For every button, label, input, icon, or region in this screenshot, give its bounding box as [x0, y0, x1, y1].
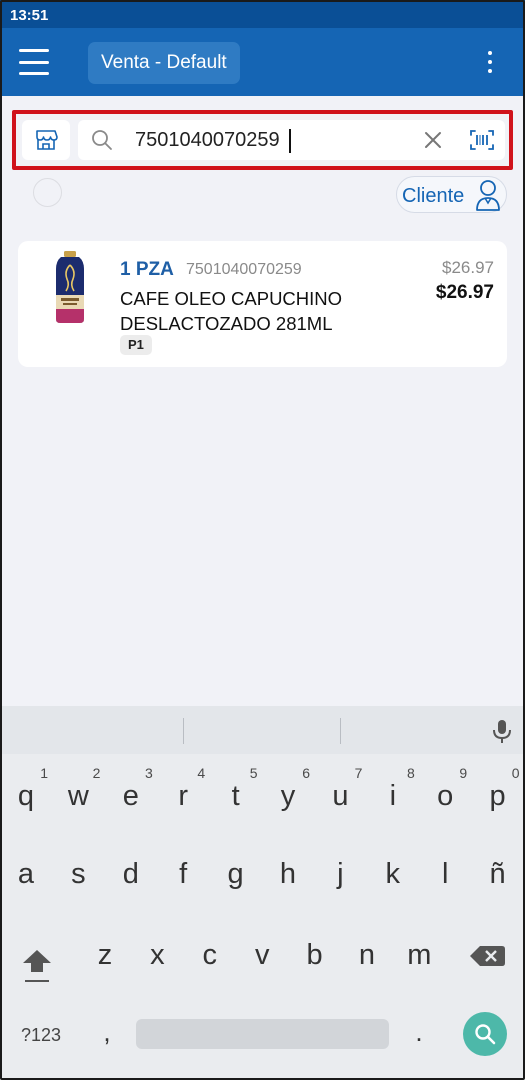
key-z[interactable]: z [79, 927, 131, 983]
mic-icon[interactable] [489, 718, 515, 744]
product-price-original: $26.97 [442, 258, 494, 277]
person-icon [476, 180, 500, 211]
key-r[interactable]: r4 [157, 765, 209, 824]
product-quantity: 1 PZA [120, 259, 174, 280]
space-key[interactable] [136, 1019, 389, 1049]
app-bar: Venta - Default [0, 28, 525, 96]
cliente-button[interactable]: Cliente [396, 176, 507, 213]
suggestion-bar [0, 706, 525, 754]
product-card[interactable]: 1 PZA 7501040070259 CAFE OLEO CAPUCHINO … [18, 241, 507, 367]
key-label: i [389, 780, 397, 812]
keyboard-search-key[interactable] [463, 1012, 507, 1056]
key-hint: 8 [407, 765, 415, 781]
key-f[interactable]: f [157, 846, 209, 902]
shift-key[interactable] [14, 934, 60, 990]
more-vert-icon [488, 51, 492, 55]
key-label: y [280, 780, 296, 812]
key-h[interactable]: h [262, 846, 314, 902]
suggestion-divider [340, 718, 341, 744]
key-g[interactable]: g [210, 846, 262, 902]
key-hint: 4 [197, 765, 206, 781]
key-s[interactable]: s [52, 846, 104, 902]
symbols-key[interactable]: ?123 [12, 1018, 70, 1052]
hamburger-icon [19, 49, 49, 52]
key-label: t [231, 780, 240, 812]
key-hint: 6 [302, 765, 310, 781]
backspace-icon [470, 946, 505, 966]
key-b[interactable]: b [289, 927, 341, 983]
product-image [56, 251, 84, 323]
key-ñ[interactable]: ñ [472, 846, 524, 902]
product-name: CAFE OLEO CAPUCHINO DESLACTOZADO 281ML [120, 288, 343, 334]
key-label: p [489, 780, 506, 812]
key-p[interactable]: p0 [472, 765, 524, 824]
main-content: Cliente 1 PZA 7501040070259 CAFE OLEO CA… [0, 96, 525, 706]
key-c[interactable]: c [184, 927, 236, 983]
key-u[interactable]: u7 [314, 765, 366, 824]
search-field[interactable] [78, 120, 505, 160]
key-hint: 1 [40, 765, 48, 781]
key-hint: 5 [249, 765, 258, 781]
key-hint: 2 [92, 765, 101, 781]
page-title: Venta - Default [101, 52, 227, 73]
search-icon [475, 1024, 496, 1045]
key-label: e [122, 780, 139, 812]
key-q[interactable]: q1 [0, 765, 52, 824]
key-label: u [332, 780, 349, 812]
key-l[interactable]: l [419, 846, 471, 902]
key-a[interactable]: a [0, 846, 52, 902]
shift-icon [23, 950, 51, 982]
key-e[interactable]: e3 [105, 765, 157, 824]
status-time: 13:51 [10, 7, 49, 24]
store-button[interactable] [22, 120, 70, 160]
close-icon[interactable] [422, 129, 444, 151]
hamburger-icon-line [19, 60, 49, 64]
key-hint: 3 [145, 765, 153, 781]
key-k[interactable]: k [367, 846, 419, 902]
sale-title-chip[interactable]: Venta - Default [88, 42, 240, 84]
key-m[interactable]: m [393, 927, 445, 983]
key-y[interactable]: y6 [262, 765, 314, 824]
more-options-button[interactable] [478, 48, 502, 76]
status-bar: 13:51 [0, 0, 525, 28]
hamburger-menu-button[interactable] [14, 46, 54, 78]
store-icon [36, 130, 58, 150]
cliente-label: Cliente [402, 185, 465, 207]
text-caret [289, 129, 291, 153]
key-hint: 7 [354, 765, 363, 781]
price-list-badge: P1 [120, 335, 152, 355]
key-x[interactable]: x [131, 927, 183, 983]
barcode-scan-icon[interactable] [469, 128, 495, 152]
key-d[interactable]: d [105, 846, 157, 902]
key-w[interactable]: w2 [52, 765, 104, 824]
comma-key[interactable]: , [92, 1012, 122, 1052]
product-barcode: 7501040070259 [186, 261, 302, 278]
more-vert-icon-dot [488, 60, 492, 64]
search-highlight-frame [12, 110, 513, 170]
backspace-key[interactable] [468, 938, 508, 974]
key-label: o [437, 780, 454, 812]
search-icon [92, 130, 112, 150]
more-vert-icon-dot [488, 69, 492, 73]
key-v[interactable]: v [236, 927, 288, 983]
key-label: w [67, 780, 89, 812]
product-price: $26.97 [435, 282, 494, 303]
key-label: q [17, 780, 35, 812]
soft-keyboard: ?123 , . q1w2e3r4t5y6u7i8o9p0asdfghjklñz… [0, 706, 525, 1080]
hamburger-icon-line [19, 72, 49, 75]
search-input[interactable] [135, 126, 410, 154]
suggestion-divider [183, 718, 184, 744]
key-t[interactable]: t5 [210, 765, 262, 824]
key-i[interactable]: i8 [367, 765, 419, 824]
key-hint: 0 [511, 765, 520, 781]
key-n[interactable]: n [341, 927, 393, 983]
select-all-checkbox[interactable] [33, 178, 62, 207]
key-j[interactable]: j [314, 846, 366, 902]
period-key[interactable]: . [404, 1012, 434, 1052]
key-label: r [178, 780, 189, 812]
key-hint: 9 [459, 765, 468, 781]
key-o[interactable]: o9 [419, 765, 471, 824]
